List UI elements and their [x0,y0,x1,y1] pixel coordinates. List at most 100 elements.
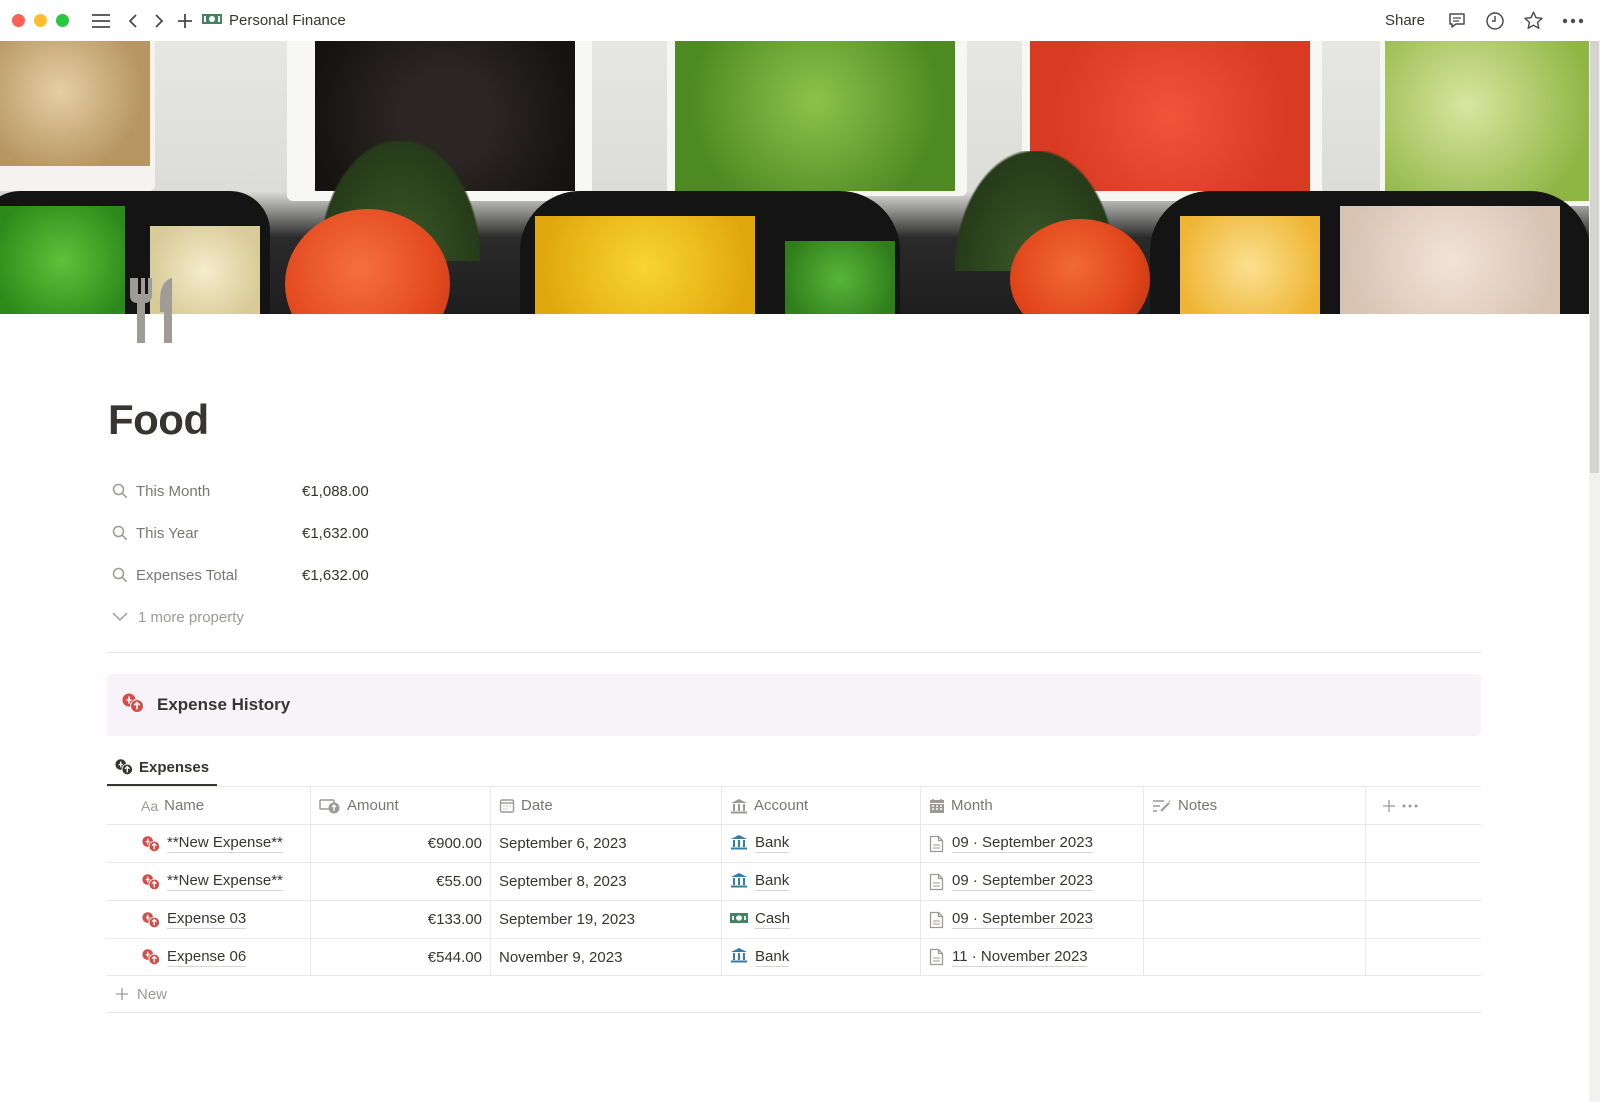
expense-name-link[interactable]: **New Expense** [167,834,283,853]
back-icon[interactable] [127,13,139,29]
table-row[interactable]: Expense 03 €133.00 September 19, 2023 Ca… [107,900,1481,938]
column-header-month[interactable]: Month [921,787,1144,824]
month-cell[interactable]: 09 · September 2023 [921,863,1144,900]
account-link[interactable]: Bank [755,948,790,967]
account-link[interactable]: Bank [755,834,790,853]
account-cell[interactable]: Bank [722,863,921,900]
month-link[interactable]: 09 · September 2023 [952,872,1093,891]
column-label: Amount [347,797,399,814]
expense-coins-icon [142,911,160,928]
expense-name-link[interactable]: **New Expense** [167,872,283,891]
column-label: Name [164,797,205,814]
page-cover-image[interactable] [0,41,1589,314]
top-bar-actions: Share [1385,0,1584,41]
more-options-icon[interactable] [1402,804,1418,808]
search-icon [112,525,128,541]
table-row[interactable]: Expense 06 €544.00 November 9, 2023 Bank… [107,938,1481,976]
add-column-icon[interactable] [1382,799,1396,813]
expense-coins-icon [142,949,160,966]
minimize-window-button[interactable] [34,14,47,27]
breadcrumb-page-title[interactable]: Personal Finance [229,12,346,29]
name-cell[interactable]: Expense 03 [107,901,311,938]
add-new-row-button[interactable]: New [107,976,1481,1013]
close-window-button[interactable] [12,14,25,27]
history-icon[interactable] [1485,11,1505,31]
tab-label: Expenses [139,758,210,776]
money-icon [201,12,223,30]
column-header-name[interactable]: Aa Name [107,787,311,824]
new-page-icon[interactable] [177,13,193,29]
callout-title: Expense History [157,695,291,714]
account-cell[interactable]: Bank [722,939,921,975]
date-cell[interactable]: September 19, 2023 [491,901,722,938]
amount-cell[interactable]: €55.00 [311,863,491,900]
month-cell[interactable]: 09 · September 2023 [921,825,1144,862]
month-cell[interactable]: 11 · November 2023 [921,939,1144,975]
date-cell[interactable]: November 9, 2023 [491,939,722,975]
notes-cell[interactable] [1144,901,1366,938]
page-document-icon [929,835,944,852]
fork-knife-icon[interactable] [128,276,176,344]
share-button[interactable]: Share [1385,12,1425,29]
table-row[interactable]: **New Expense** €900.00 September 6, 202… [107,824,1481,862]
comments-icon[interactable] [1447,11,1467,31]
column-header-notes[interactable]: Notes [1144,787,1366,824]
account-cell[interactable]: Cash [722,901,921,938]
column-label: Date [521,797,553,814]
expense-name-link[interactable]: Expense 06 [167,948,247,967]
month-link[interactable]: 09 · September 2023 [952,910,1093,929]
tab-expenses[interactable]: Expenses [107,750,218,786]
name-cell[interactable]: **New Expense** [107,863,311,900]
expense-name-link[interactable]: Expense 03 [167,910,247,929]
date-cell[interactable]: September 6, 2023 [491,825,722,862]
notes-cell[interactable] [1144,939,1366,975]
favorite-star-icon[interactable] [1523,10,1544,31]
property-name: Expenses Total [136,566,238,584]
page-title[interactable]: Food [108,396,209,444]
page-document-icon [929,911,944,928]
text-type-icon: Aa [141,797,159,814]
name-cell[interactable]: **New Expense** [107,825,311,862]
notes-cell[interactable] [1144,863,1366,900]
property-expenses-total[interactable]: Expenses Total €1,632.00 [112,554,369,596]
expense-history-callout: Expense History [107,674,1481,736]
maximize-window-button[interactable] [56,14,69,27]
month-link[interactable]: 11 · November 2023 [952,948,1088,967]
bank-icon [730,947,748,967]
amount-cell[interactable]: €133.00 [311,901,491,938]
notes-cell[interactable] [1144,825,1366,862]
property-this-month[interactable]: This Month €1,088.00 [112,470,369,512]
more-properties-toggle[interactable]: 1 more property [112,596,369,638]
expense-coins-icon [142,873,160,890]
database-view-tabs: Expenses [107,750,218,786]
cash-icon [730,911,748,928]
page-scrollbar-thumb[interactable] [1590,41,1599,473]
column-header-amount[interactable]: Amount [311,787,491,824]
account-cell[interactable]: Bank [722,825,921,862]
property-value: €1,088.00 [302,482,369,500]
page-document-icon [929,873,944,890]
forward-icon[interactable] [153,13,165,29]
window-controls [12,14,69,27]
date-cell[interactable]: September 8, 2023 [491,863,722,900]
table-row[interactable]: **New Expense** €55.00 September 8, 2023… [107,862,1481,900]
column-header-date[interactable]: Date [491,787,722,824]
month-cell[interactable]: 09 · September 2023 [921,901,1144,938]
month-link[interactable]: 09 · September 2023 [952,834,1093,853]
property-label: Expenses Total [112,567,302,584]
expense-coins-icon [115,759,133,776]
property-label: This Year [112,525,302,542]
amount-cell[interactable]: €900.00 [311,825,491,862]
property-this-year[interactable]: This Year €1,632.00 [112,512,369,554]
more-icon[interactable] [1562,18,1584,24]
account-link[interactable]: Bank [755,872,790,891]
column-header-account[interactable]: Account [722,787,921,824]
expense-coins-icon [142,835,160,852]
account-link[interactable]: Cash [755,910,791,929]
amount-cell[interactable]: €544.00 [311,939,491,975]
breadcrumb[interactable]: Personal Finance [201,12,346,30]
name-cell[interactable]: Expense 06 [107,939,311,975]
table-header-row: Aa Name Amount Date Account Month Notes [107,786,1481,824]
sidebar-menu-icon[interactable] [91,13,111,29]
properties-divider [107,652,1481,653]
